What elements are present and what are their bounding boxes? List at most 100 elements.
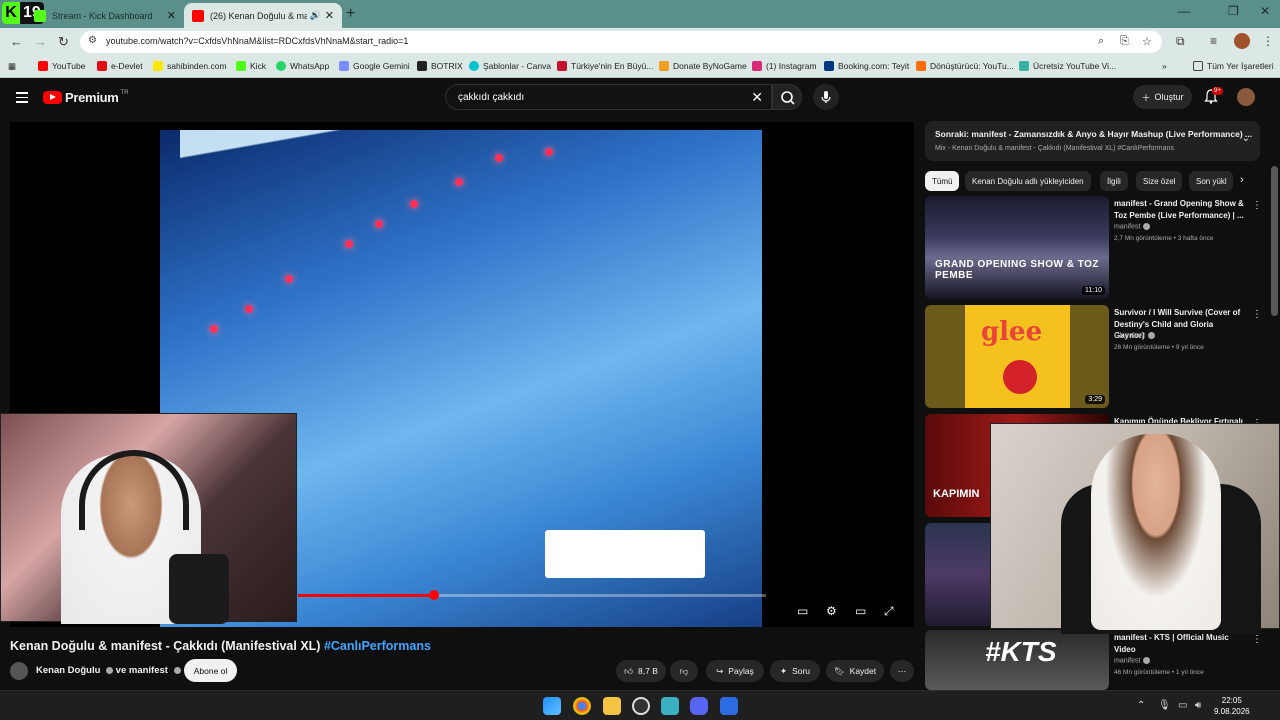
bookmark-bynogame[interactable]: Donate ByNoGame (659, 61, 747, 71)
bookmark-gemini[interactable]: Google Gemini (339, 61, 410, 71)
bookmark-whatsapp[interactable]: WhatsApp (276, 61, 329, 71)
zoom-icon[interactable]: ⌕ (1098, 35, 1104, 48)
tab-kick-dashboard[interactable]: Stream - Kick Dashboard ✕ (26, 3, 184, 28)
discord-icon[interactable] (690, 697, 708, 715)
chip-for-you[interactable]: Size özel (1136, 171, 1183, 191)
page-scrollbar[interactable] (1271, 166, 1278, 316)
video-thumbnail[interactable]: #KTS (925, 630, 1109, 690)
chrome-icon[interactable] (573, 697, 591, 715)
converter-icon (916, 61, 926, 71)
search-input[interactable]: çakkıdı çakkıdı ✕ (445, 84, 772, 110)
subscribe-button[interactable]: Abone ol (184, 659, 237, 682)
more-vert-icon[interactable]: ⋮ (1252, 200, 1262, 211)
minimize-icon[interactable]: — (1178, 4, 1190, 18)
voice-search-button[interactable] (813, 84, 839, 110)
hashtag-link[interactable]: #CanlıPerformans (324, 639, 431, 653)
bookmark-botrix[interactable]: BOTRIX (417, 61, 463, 71)
restore-icon[interactable]: ❐ (1228, 4, 1239, 18)
profile-avatar[interactable] (1234, 33, 1250, 49)
tab-youtube[interactable]: (26) Kenan Doğulu & manif 🔊 ✕ (184, 3, 342, 28)
file-explorer-icon[interactable] (603, 697, 621, 715)
bookmark-ucretsiz[interactable]: Ücretsiz YouTube Vi... (1019, 61, 1116, 71)
reload-icon[interactable]: ↻ (58, 34, 69, 50)
more-vert-icon[interactable]: ⋮ (1252, 634, 1262, 645)
chip-related[interactable]: İlgili (1100, 171, 1128, 191)
search-button[interactable] (772, 84, 802, 110)
verified-icon (1143, 657, 1151, 664)
recommendation-card[interactable]: glee 3:29 Survivor / I Will Survive (Cov… (925, 305, 1270, 408)
progress-fill (298, 594, 434, 597)
bookmark-label: sahibinden.com (167, 61, 227, 71)
stage-light (285, 275, 293, 283)
recommendation-card[interactable]: #KTS manifest - KTS | Official Music Vid… (925, 630, 1270, 690)
more-actions-button[interactable]: ⋯ (890, 660, 914, 682)
clock[interactable]: 22:05 9.08.2026 (1214, 695, 1250, 717)
channel-avatar[interactable] (10, 662, 28, 680)
obs-icon[interactable] (632, 697, 650, 715)
webcam-overlay-guest (990, 423, 1280, 634)
more-bookmarks-icon[interactable]: » (1162, 61, 1167, 71)
like-button[interactable]: 👍︎ 8,7 B (616, 660, 666, 682)
bookmark-youtube[interactable]: YouTube (38, 61, 85, 71)
create-button[interactable]: ＋ Oluştur (1133, 85, 1192, 109)
chevron-down-icon[interactable]: ⌄ (1242, 133, 1250, 144)
chip-recent[interactable]: Son yükl (1189, 171, 1233, 191)
new-tab-button[interactable]: + (346, 5, 355, 23)
rec-title: manifest - KTS | Official Music Video (1114, 633, 1229, 654)
bookmark-booking[interactable]: Booking.com: Teyit (824, 61, 909, 71)
apps-grid-icon[interactable]: ▦ (8, 61, 16, 72)
browser-menu-icon[interactable]: ⋮ (1262, 34, 1274, 48)
bookmark-donusturucu[interactable]: Dönüştürücü: YouTu... (916, 61, 1014, 71)
all-bookmarks[interactable]: Tüm Yer İşaretleri (1193, 61, 1274, 71)
app-icon[interactable] (661, 697, 679, 715)
settings-gear-icon[interactable]: ⚙ (826, 604, 837, 618)
app-icon[interactable] (720, 697, 738, 715)
theater-mode-icon[interactable]: ▭ (855, 604, 866, 618)
bookmark-edevlet[interactable]: e-Devlet (97, 61, 143, 71)
tray-chevron-icon[interactable]: ⌃ (1137, 700, 1145, 711)
more-vert-icon[interactable]: ⋮ (1252, 309, 1262, 320)
back-icon[interactable]: ← (10, 34, 23, 49)
media-control-icon[interactable]: ≡ (1210, 34, 1217, 48)
chevron-right-icon[interactable]: › (1240, 174, 1244, 186)
fullscreen-icon[interactable]: ⤢ (884, 604, 894, 619)
close-tab-icon[interactable]: ✕ (167, 9, 176, 22)
close-window-icon[interactable]: ✕ (1260, 4, 1270, 18)
clear-search-icon[interactable]: ✕ (751, 89, 763, 106)
forward-icon[interactable]: → (34, 34, 47, 49)
video-thumbnail[interactable]: glee 3:29 (925, 305, 1109, 408)
bookmark-star-icon[interactable]: ☆ (1142, 35, 1152, 48)
bookmark-instagram[interactable]: (1) Instagram (752, 61, 817, 71)
start-windows-icon[interactable] (543, 697, 561, 715)
network-icon[interactable]: ▭ (1178, 700, 1187, 711)
site-info-icon[interactable]: ⚙ (88, 35, 97, 46)
dislike-button[interactable]: 👎︎ (670, 660, 698, 682)
address-bar[interactable]: ⚙ youtube.com/watch?v=CxfdsVhNnaM&list=R… (80, 31, 1162, 53)
up-next-panel[interactable]: Sonraki: manifest - Zamansızdık & Anyo &… (925, 121, 1260, 161)
extensions-icon[interactable]: ⧉ (1176, 34, 1185, 49)
channel-name[interactable]: Kenan Doğulu ve manifest (36, 665, 181, 676)
bookmark-label: Google Gemini (353, 61, 410, 71)
progress-scrubber[interactable] (429, 590, 439, 600)
bookmark-kick[interactable]: Kick (236, 61, 266, 71)
bookmark-canva[interactable]: Şablonlar - Canva (469, 61, 551, 71)
mic-tray-icon[interactable]: 🎙︎ (1158, 700, 1171, 711)
ask-button[interactable]: ✦ Soru (770, 660, 820, 682)
install-icon[interactable]: ⎘ (1120, 35, 1129, 48)
recommendation-card[interactable]: GRAND OPENING SHOW & TOZ PEMBE 11:10 man… (925, 196, 1270, 299)
volume-icon[interactable]: 🔊︎ (1195, 700, 1201, 711)
bookmark-turkiye[interactable]: Türkiye'nin En Büyü... (557, 61, 653, 71)
subtitles-icon[interactable]: ▭ (797, 604, 808, 618)
account-avatar[interactable] (1237, 88, 1255, 106)
bookmark-sahibinden[interactable]: sahibinden.com (153, 61, 227, 71)
chip-from-uploader[interactable]: Kenan Doğulu adlı yükleyiciden (965, 171, 1091, 191)
video-thumbnail[interactable]: GRAND OPENING SHOW & TOZ PEMBE 11:10 (925, 196, 1109, 299)
speaker-icon[interactable]: 🔊 (310, 10, 321, 21)
share-button[interactable]: ↪ Paylaş (706, 660, 764, 682)
close-tab-icon[interactable]: ✕ (325, 9, 334, 22)
chip-all[interactable]: Tümü (925, 171, 960, 191)
guest-figure (1091, 434, 1221, 630)
save-button[interactable]: 🔖︎ Kaydet (826, 660, 884, 682)
menu-icon[interactable] (16, 92, 28, 106)
youtube-logo[interactable]: Premium TR (43, 90, 129, 105)
